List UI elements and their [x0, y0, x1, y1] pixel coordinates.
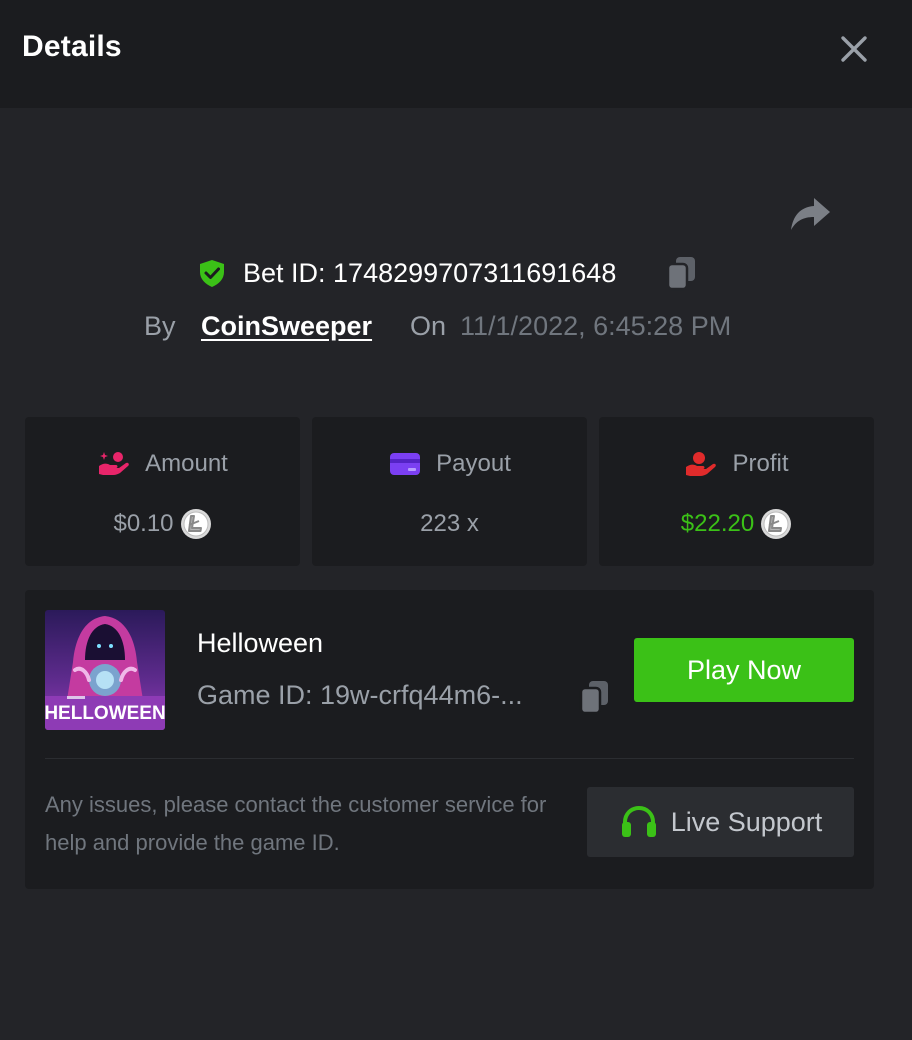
close-button[interactable]	[836, 31, 872, 67]
on-label: On	[410, 311, 447, 341]
copy-bet-id-button[interactable]	[664, 254, 698, 292]
amount-value: $0.10	[113, 510, 174, 537]
verified-shield-icon	[200, 260, 224, 287]
profit-value-row: $22.20	[599, 507, 874, 541]
live-support-button[interactable]: Live Support	[587, 787, 854, 857]
payout-value-row: 223 x	[312, 507, 587, 541]
payout-label: Payout	[436, 450, 511, 477]
modal-header: Details	[0, 0, 912, 108]
game-thumbnail-art: HELLOWEEN	[45, 610, 165, 730]
game-id: Game ID: 19w-crfq44m6-...	[197, 680, 523, 710]
amount-card: Amount $0.10	[25, 417, 300, 566]
bet-id-row: Bet ID: 1748299707311691648	[0, 252, 912, 294]
help-text: Any issues, please contact the customer …	[45, 792, 547, 855]
divider	[45, 758, 854, 759]
profit-label: Profit	[732, 450, 789, 477]
payout-card: Payout 223 x	[312, 417, 587, 566]
amount-value-row: $0.10	[25, 507, 300, 541]
game-name: Helloween	[197, 628, 324, 658]
amount-header: Amount	[25, 449, 300, 479]
share-icon	[791, 198, 830, 230]
share-button[interactable]	[788, 192, 832, 234]
amount-label: Amount	[145, 450, 228, 477]
bet-id: Bet ID: 1748299707311691648	[243, 258, 617, 288]
hand-coins-icon	[99, 452, 129, 475]
payout-value: 223 x	[420, 510, 479, 537]
card-icon	[390, 453, 421, 475]
live-support-label: Live Support	[670, 806, 823, 837]
hand-heart-icon	[686, 452, 717, 476]
close-icon	[841, 36, 867, 62]
profit-header: Profit	[599, 449, 874, 479]
bet-timestamp: 11/1/2022, 6:45:28 PM	[460, 311, 732, 341]
thumbnail-title: HELLOWEEN	[45, 703, 165, 724]
copy-icon	[579, 681, 608, 715]
bet-meta-row: By CoinSweeper On 11/1/2022, 6:45:28 PM	[0, 306, 912, 346]
litecoin-icon	[180, 509, 211, 539]
payout-header: Payout	[312, 449, 587, 479]
by-label: By	[144, 311, 176, 341]
play-now-button[interactable]: Play Now	[634, 638, 854, 702]
page-title: Details	[22, 30, 122, 63]
profit-value: $22.20	[680, 510, 755, 537]
litecoin-icon	[761, 509, 792, 539]
username-link[interactable]: CoinSweeper	[201, 311, 372, 342]
headset-icon	[621, 805, 656, 837]
profit-card: Profit $22.20	[599, 417, 874, 566]
copy-game-id-button[interactable]	[577, 678, 611, 716]
copy-icon	[666, 257, 695, 291]
game-card: HELLOWEEN Helloween Game ID: 19w-crfq44m…	[25, 590, 874, 889]
game-thumbnail[interactable]: HELLOWEEN	[45, 610, 165, 730]
